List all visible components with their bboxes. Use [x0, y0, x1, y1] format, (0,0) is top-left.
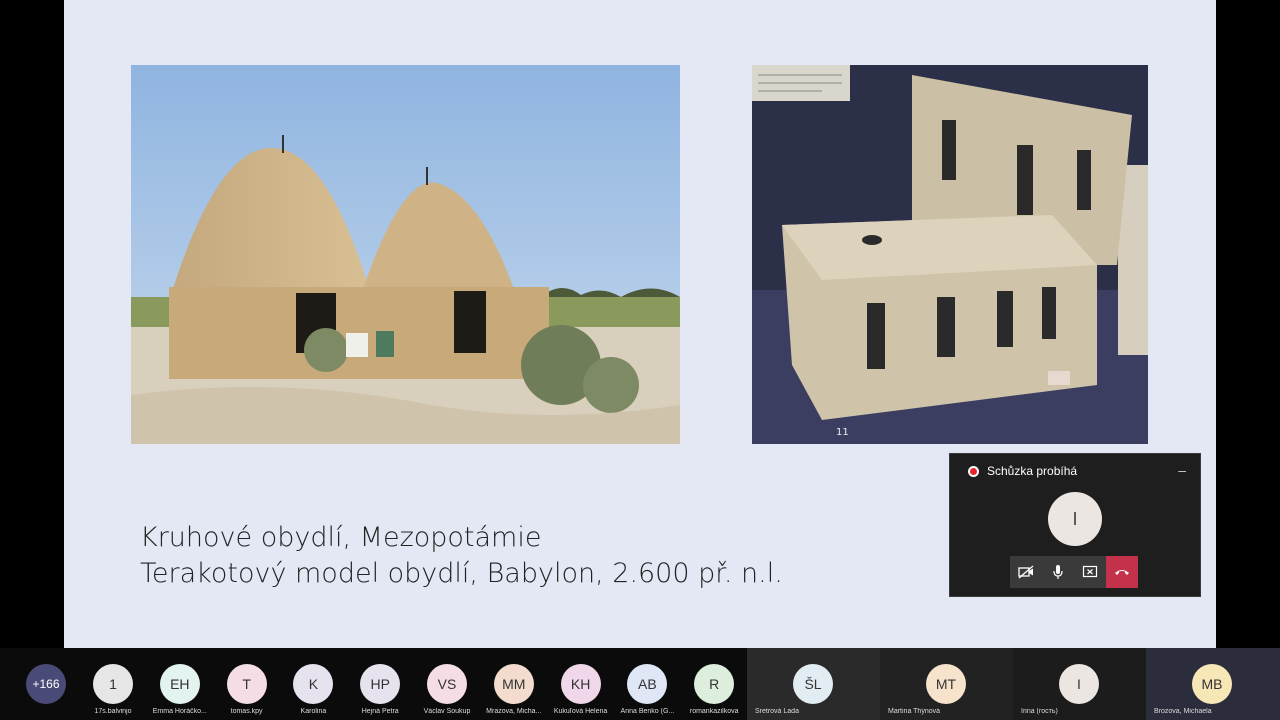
more-participants[interactable]: +166 — [12, 648, 80, 720]
participant-avatar: MB — [1192, 664, 1232, 704]
participant-name: Martina Thýnová — [888, 708, 941, 715]
participant-name: Kukuľová Helena — [553, 708, 608, 715]
camera-off-button[interactable] — [1010, 556, 1042, 588]
participant-avatar: I — [1059, 664, 1099, 704]
recording-icon — [968, 465, 979, 477]
caption-line-1: Kruhové obydlí, Mezopotámie — [140, 522, 542, 553]
stop-sharing-button[interactable] — [1074, 556, 1106, 588]
meeting-header: Schůzka probíhá — [968, 464, 1077, 478]
participant-avatar: K — [293, 664, 334, 704]
meeting-controls — [1010, 556, 1138, 588]
participant[interactable]: Rromankazilkova — [680, 648, 748, 720]
participant-avatar: KH — [560, 664, 601, 704]
meeting-mini-window[interactable]: Schůzka probíhá – I — [949, 453, 1201, 597]
participant[interactable]: 1 17s.balvinjo — [79, 648, 147, 720]
participant-name: Anna Benko (G... — [620, 708, 675, 715]
participant-name: tomas.kpy — [230, 708, 263, 715]
more-participants-count[interactable]: +166 — [26, 664, 66, 704]
participant[interactable]: ŠL Šretrová Lada — [747, 648, 880, 720]
participant-name: Šretrová Lada — [755, 708, 799, 715]
stop-share-icon — [1082, 565, 1098, 578]
meeting-status: Schůzka probíhá — [987, 464, 1078, 478]
participant-avatar: T — [226, 664, 267, 704]
participant-name: Hejná Petra — [361, 708, 399, 715]
participant[interactable]: MB Brozova, Michaela — [1146, 648, 1279, 720]
participant-name: romankazilkova — [689, 708, 739, 715]
participant-avatar: 1 — [93, 664, 133, 704]
participant[interactable]: HP Hejná Petra — [346, 648, 414, 720]
participant-name: Emma Horáčko... — [152, 708, 207, 715]
participant[interactable]: MT Martina Thýnová — [880, 648, 1013, 720]
participant[interactable]: KH Kukuľová Helena — [547, 648, 615, 720]
participant-avatar: ŠL — [793, 664, 833, 704]
participant[interactable]: AB Anna Benko (G... — [613, 648, 681, 720]
meeting-avatar: I — [1048, 492, 1102, 546]
participant-avatar: HP — [360, 664, 401, 704]
model-number-label: 11 — [836, 427, 849, 438]
hang-up-icon — [1115, 570, 1129, 575]
participant[interactable]: K Karolina — [279, 648, 347, 720]
microphone-button[interactable] — [1042, 556, 1074, 588]
participant[interactable]: I Irina (гость) — [1013, 648, 1146, 720]
participant-name: Irina (гость) — [1021, 708, 1058, 715]
participant-avatar: MT — [926, 664, 966, 704]
participant-name: Brozova, Michaela — [1154, 708, 1212, 715]
minimize-button[interactable]: – — [1178, 462, 1186, 478]
participant-avatar: VS — [427, 664, 467, 704]
beehive-houses-photo — [131, 65, 680, 444]
participant-avatar: R — [694, 664, 735, 704]
participant[interactable]: Ttomas.kpy — [213, 648, 281, 720]
participant-avatar: AB — [627, 664, 668, 704]
participant-avatar: MM — [493, 664, 534, 704]
camera-off-icon — [1018, 565, 1034, 579]
participant[interactable]: MM Mrazova, Micha... — [480, 648, 548, 720]
participant-name: Václav Soukup — [423, 708, 471, 715]
participant[interactable]: VS Václav Soukup — [413, 648, 481, 720]
slide-caption: Kruhové obydlí, Mezopotámie Terakotový m… — [140, 520, 783, 592]
participant-avatar: EH — [159, 664, 200, 704]
microphone-icon — [1053, 565, 1063, 579]
participants-strip: +166 1 17s.balvinjo EH Emma Horáčko... Ttoma… — [0, 648, 1280, 720]
terracotta-model-photo: 11 — [752, 65, 1148, 444]
participant-name: Mrazova, Micha... — [486, 708, 542, 715]
hang-up-button[interactable] — [1106, 556, 1138, 588]
participant-name: Karolina — [300, 708, 327, 715]
caption-line-2: Terakotový model obydlí, Babylon, 2.600 … — [140, 558, 783, 589]
participant[interactable]: EH Emma Horáčko... — [146, 648, 214, 720]
participant-name: 17s.balvinjo — [94, 708, 132, 715]
